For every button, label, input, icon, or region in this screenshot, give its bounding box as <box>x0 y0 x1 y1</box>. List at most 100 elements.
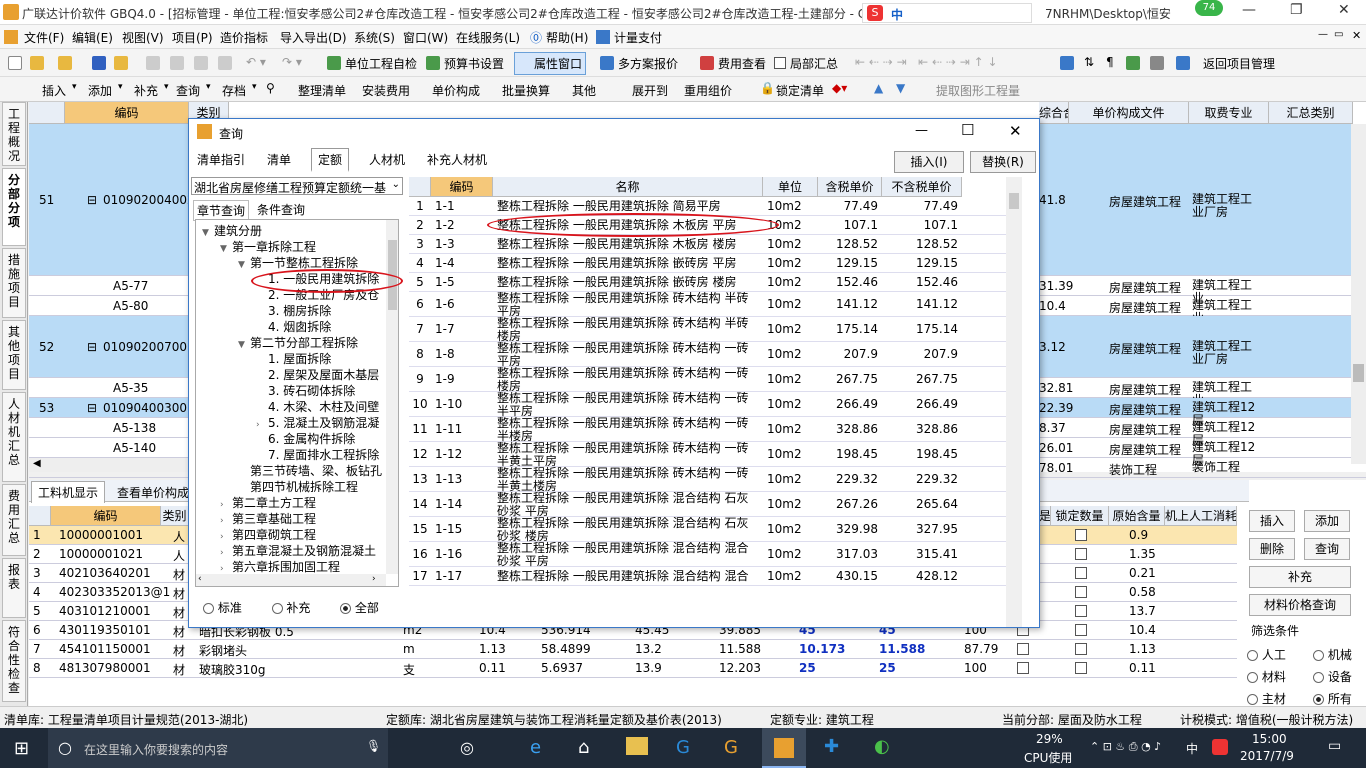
tab-list[interactable]: 清单 <box>267 151 291 168</box>
gld-icon[interactable]: G <box>676 737 690 758</box>
lock-qty-checkbox[interactable] <box>1075 624 1087 636</box>
quota-row[interactable]: 14 1-14 整栋工程拆除 一般民用建筑拆除 混合结构 石灰砂浆 平房 10m2 26… <box>409 492 1022 518</box>
rheader-notax-price[interactable]: 不含税单价 <box>882 177 962 197</box>
menu-edit[interactable]: 编辑(E) <box>72 29 113 46</box>
tab-parts[interactable]: 分部分项 <box>2 168 26 246</box>
close-icon[interactable]: ✕ <box>1338 2 1350 18</box>
material-row[interactable]: 7 454101150001 材彩钢堵头 m 1.13 58.4899 13.2 11.588… <box>29 640 1237 659</box>
grid-vscrollbar[interactable] <box>1351 124 1366 464</box>
redo-icon[interactable]: ↷ ▾ <box>282 55 302 69</box>
edge-icon[interactable]: e <box>530 737 541 758</box>
filter-equipment[interactable]: 设备 <box>1313 668 1352 685</box>
header-composite-total[interactable]: 综合合价 <box>1039 102 1069 124</box>
tree-node[interactable]: 4. 木梁、木柱及间壁 <box>256 398 379 415</box>
store-icon[interactable]: ⌂ <box>578 737 589 758</box>
grid-icon[interactable] <box>1150 56 1164 70</box>
radio-material[interactable] <box>1247 672 1258 683</box>
quota-row[interactable]: 1 1-1 整栋工程拆除 一般民用建筑拆除 简易平房 10m2 77.49 77.49 <box>409 197 1022 216</box>
restore-icon[interactable]: ❐ <box>1290 2 1303 18</box>
install-fee-button[interactable]: 安装费用 <box>362 82 410 99</box>
green-cube-icon[interactable] <box>1126 56 1140 70</box>
flag-checkbox[interactable] <box>1017 662 1029 674</box>
tree-node[interactable]: 3. 棚房拆除 <box>256 302 331 319</box>
tab-reports[interactable]: 报表 <box>2 558 26 618</box>
cut-icon[interactable] <box>146 56 160 70</box>
radio-labor[interactable] <box>1247 650 1258 661</box>
menu-import-export[interactable]: 导入导出(D) <box>280 29 347 46</box>
dialog-maximize-icon[interactable]: ☐ <box>961 121 974 139</box>
app-icon-1[interactable]: ◎ <box>460 738 474 757</box>
menu-system[interactable]: 系统(S) <box>354 29 395 46</box>
ime-indicator[interactable]: 中 <box>1186 740 1198 757</box>
tab-condition-query[interactable]: 条件查询 <box>257 201 305 218</box>
tree-scroll-right-icon[interactable]: › <box>372 574 376 584</box>
tree-node[interactable]: › 第五章混凝土及钢筋混凝土 <box>220 542 376 559</box>
expand-icon[interactable]: ▼ <box>238 260 250 270</box>
tree-node[interactable]: 7. 屋面排水工程拆除 <box>256 446 379 463</box>
tree-scroll-left-icon[interactable]: ‹ <box>198 574 202 584</box>
expand-to-button[interactable]: 展开到 <box>632 82 668 99</box>
collapse-icon[interactable]: › <box>220 548 232 558</box>
arrow-up-icon[interactable]: ▲ <box>874 81 883 95</box>
menu-window[interactable]: 窗口(W) <box>403 29 448 46</box>
radio-all[interactable] <box>1313 694 1324 705</box>
other-button[interactable]: 其他 <box>572 82 596 99</box>
tree-node[interactable]: › 第四章砌筑工程 <box>220 526 316 543</box>
grid-hscrollbar[interactable]: ◀ <box>29 458 189 472</box>
expand-icon[interactable]: ▼ <box>220 244 232 254</box>
nav-arrows-icon[interactable]: ⇤ ⇠ ⇢ ⇥ ⇤ ⇠ ⇢ ⇥ ↑ ↓ <box>855 55 998 69</box>
lock-qty-checkbox[interactable] <box>1075 662 1087 674</box>
menu-project[interactable]: 项目(P) <box>172 29 213 46</box>
supplement-button[interactable]: 补充 <box>134 82 158 99</box>
collapse-icon[interactable]: ⊟ <box>87 193 97 207</box>
tab-supplement-material[interactable]: 补充人材机 <box>427 151 487 168</box>
radio-supplement[interactable] <box>271 603 283 614</box>
flag-checkbox[interactable] <box>1017 643 1029 655</box>
bheader-code[interactable]: 编码 <box>51 506 161 526</box>
lock-qty-checkbox[interactable] <box>1075 605 1087 617</box>
quota-row[interactable]: 4 1-4 整栋工程拆除 一般民用建筑拆除 嵌砖房 平房 10m2 129.15 129.… <box>409 254 1022 273</box>
gbq-task-button[interactable] <box>762 728 806 768</box>
lock-qty-checkbox[interactable] <box>1075 529 1087 541</box>
fee-view-button[interactable]: 费用查看 <box>718 55 766 72</box>
tree-node[interactable]: › 第六章拆围加固工程 <box>220 558 340 575</box>
quota-row[interactable]: 5 1-5 整栋工程拆除 一般民用建筑拆除 嵌砖房 楼房 10m2 152.46 152.… <box>409 273 1022 292</box>
grid-vscroll-thumb[interactable] <box>1353 364 1364 382</box>
attr-window-button[interactable]: 属性窗口 <box>514 52 587 75</box>
windows-start-icon[interactable]: ⊞ <box>14 738 29 759</box>
tab-labor-material[interactable]: 人材机汇总 <box>2 392 26 482</box>
app-plus-icon[interactable]: ✚ <box>824 736 839 757</box>
quota-row[interactable]: 8 1-8 整栋工程拆除 一般民用建筑拆除 砖木结构 一砖平房 10m2 207.9 20… <box>409 342 1022 368</box>
explorer-icon[interactable] <box>626 737 648 755</box>
quota-row[interactable]: 7 1-7 整栋工程拆除 一般民用建筑拆除 砖木结构 半砖楼房 10m2 175.14 1… <box>409 317 1022 343</box>
tab-compliance[interactable]: 符合性检查 <box>2 620 26 702</box>
tree-node[interactable]: 2. 屋架及屋面木基层 <box>256 366 379 383</box>
sort-icon[interactable]: ⇅ <box>1084 55 1094 69</box>
tab-material-view[interactable]: 工料机显示 <box>31 481 106 503</box>
radio-equipment[interactable] <box>1313 672 1324 683</box>
tab-measures[interactable]: 措施项目 <box>2 248 26 318</box>
lock-qty-checkbox[interactable] <box>1075 548 1087 560</box>
arrow-down-icon[interactable]: ▼ <box>896 81 905 95</box>
paragraph-icon[interactable]: ¶ <box>1106 55 1114 69</box>
insert-button[interactable]: 插入 <box>42 82 66 99</box>
tab-labor-material[interactable]: 人材机 <box>369 151 405 168</box>
filter-material[interactable]: 材料 <box>1247 668 1286 685</box>
ime-toolbar[interactable]: S 中 <box>862 3 1032 23</box>
menu-cost-index[interactable]: 造价指标 <box>220 29 268 46</box>
partial-sum-check[interactable] <box>774 56 786 69</box>
quota-row[interactable]: 16 1-16 整栋工程拆除 一般民用建筑拆除 混合结构 混合砂浆 平房 10m2 31… <box>409 542 1022 568</box>
quota-row[interactable]: 6 1-6 整栋工程拆除 一般民用建筑拆除 砖木结构 半砖平房 10m2 141.12 1… <box>409 292 1022 318</box>
tab-chapter-query[interactable]: 章节查询 <box>193 200 250 221</box>
extract-quantity-button[interactable]: 提取图形工程量 <box>936 82 1020 99</box>
rheader-tax-price[interactable]: 含税单价 <box>818 177 882 197</box>
multi-report-button[interactable]: 多方案报价 <box>618 55 678 72</box>
rheader-name[interactable]: 名称 <box>493 177 763 197</box>
filter-main-material[interactable]: 主材 <box>1247 690 1286 707</box>
tree-node[interactable]: 3. 砖石砌体拆除 <box>256 382 355 399</box>
bheader-machine-labor[interactable]: 机上人工消耗 <box>1165 506 1237 526</box>
side-insert-button[interactable]: 插入 <box>1249 510 1295 532</box>
tree-node[interactable]: ▼ 建筑分册 <box>202 222 262 239</box>
collapse-icon[interactable]: ⊟ <box>87 401 97 415</box>
collapse-icon[interactable]: › <box>220 532 232 542</box>
